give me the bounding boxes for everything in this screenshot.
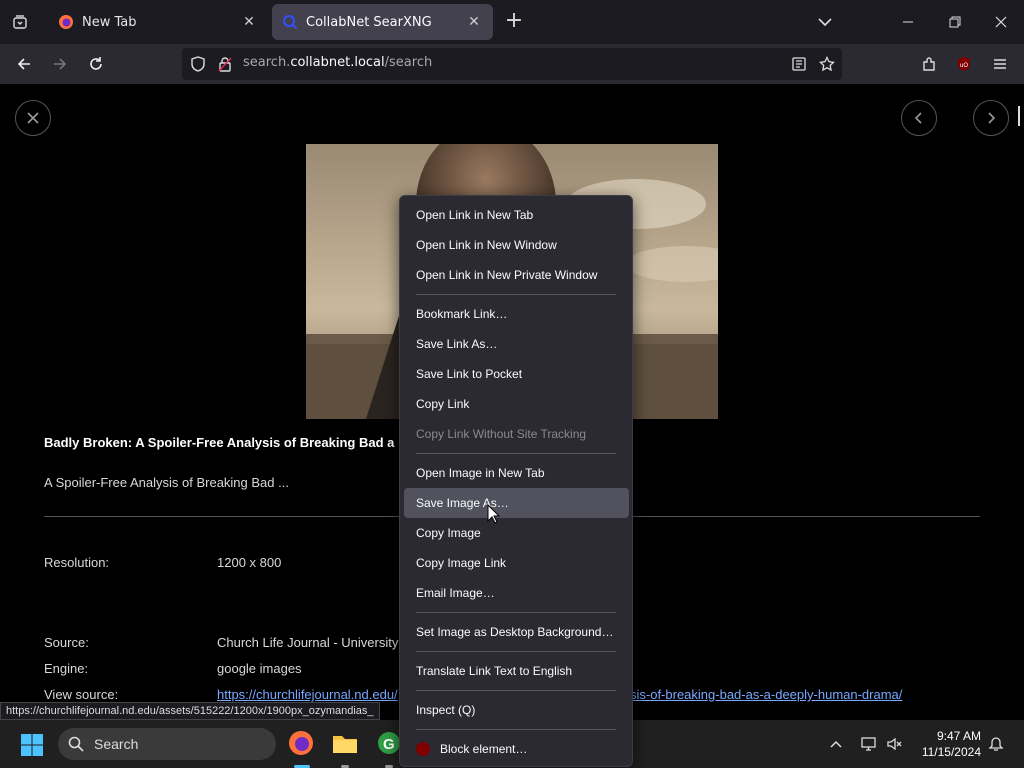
menu-copy-link[interactable]: Copy Link	[404, 389, 629, 419]
file-explorer-icon[interactable]	[330, 728, 360, 758]
url-text[interactable]: search.collabnet.local/search	[243, 55, 432, 70]
taskbar-search[interactable]: Search	[58, 728, 276, 760]
restore-icon[interactable]	[937, 6, 973, 38]
reload-icon[interactable]	[82, 50, 110, 78]
menu-save-image-as[interactable]: Save Image As…	[404, 488, 629, 518]
notifications-bell-icon[interactable]	[988, 736, 1004, 756]
searxng-icon	[283, 15, 298, 30]
menu-separator	[416, 453, 616, 454]
menu-set-desktop-background[interactable]: Set Image as Desktop Background…	[404, 617, 629, 647]
tab-searxng[interactable]: CollabNet SearXNG ✕	[272, 4, 493, 40]
resolution-label: Resolution:	[44, 555, 110, 570]
bookmark-star-icon[interactable]	[819, 56, 835, 72]
result-description: A Spoiler-Free Analysis of Breaking Bad …	[44, 475, 289, 490]
ublock-icon	[416, 741, 430, 756]
next-image-icon[interactable]	[973, 100, 1009, 136]
context-menu: Open Link in New Tab Open Link in New Wi…	[399, 195, 633, 767]
network-icon[interactable]	[860, 736, 878, 756]
menu-copy-image-link[interactable]: Copy Image Link	[404, 548, 629, 578]
menu-hamburger-icon[interactable]	[986, 50, 1014, 78]
menu-open-link-new-window[interactable]: Open Link in New Window	[404, 230, 629, 260]
menu-block-element[interactable]: Block element…	[404, 734, 629, 764]
reader-view-icon[interactable]	[791, 56, 807, 72]
result-title[interactable]: Badly Broken: A Spoiler-Free Analysis of…	[44, 435, 394, 450]
list-all-tabs-icon[interactable]	[812, 10, 838, 34]
clock-date: 11/15/2024	[921, 745, 981, 759]
menu-separator	[416, 612, 616, 613]
ublock-origin-icon[interactable]: uO	[950, 50, 978, 78]
view-source-link[interactable]: https://churchlifejournal.nd.edu/	[217, 687, 398, 702]
volume-muted-icon[interactable]	[886, 736, 904, 756]
menu-translate-link[interactable]: Translate Link Text to English	[404, 656, 629, 686]
menu-open-image-new-tab[interactable]: Open Image in New Tab	[404, 458, 629, 488]
menu-inspect[interactable]: Inspect (Q)	[404, 695, 629, 725]
firefox-taskbar-icon[interactable]	[286, 728, 316, 758]
tab-strip: New Tab ✕ CollabNet SearXNG ✕ +	[0, 0, 1024, 44]
menu-separator	[416, 294, 616, 295]
new-tab-button[interactable]: +	[502, 10, 526, 34]
menu-open-link-private-window[interactable]: Open Link in New Private Window	[404, 260, 629, 290]
scrollbar[interactable]	[1018, 106, 1020, 126]
minimize-icon[interactable]	[890, 6, 926, 38]
tab-close-icon[interactable]: ✕	[240, 13, 258, 31]
close-window-icon[interactable]	[983, 6, 1019, 38]
forward-icon[interactable]	[46, 50, 74, 78]
tracking-protection-icon[interactable]	[190, 56, 206, 72]
menu-copy-link-without-tracking: Copy Link Without Site Tracking	[416, 427, 587, 441]
engine-value: google images	[217, 661, 302, 676]
close-detail-icon[interactable]	[15, 100, 51, 136]
tab-close-icon[interactable]: ✕	[465, 13, 483, 31]
link-status-bar: https://churchlifejournal.nd.edu/assets/…	[0, 702, 380, 720]
tab-title: CollabNet SearXNG	[306, 14, 432, 30]
engine-label: Engine:	[44, 661, 89, 676]
view-source-link-end[interactable]: sis-of-breaking-bad-as-a-deeply-human-dr…	[630, 687, 902, 702]
menu-separator	[416, 690, 616, 691]
menu-block-element-label: Block element…	[440, 742, 528, 756]
clock-time: 9:47 AM	[936, 729, 981, 743]
menu-save-link-as[interactable]: Save Link As…	[404, 329, 629, 359]
source-label: Source:	[44, 635, 89, 650]
menu-bookmark-link[interactable]: Bookmark Link…	[404, 299, 629, 329]
svg-text:G: G	[383, 736, 395, 753]
menu-copy-image[interactable]: Copy Image	[404, 518, 629, 548]
windows-start-icon[interactable]	[20, 733, 44, 757]
insecure-lock-icon[interactable]	[217, 56, 233, 72]
extensions-icon[interactable]	[915, 50, 943, 78]
source-value: Church Life Journal - University	[217, 635, 399, 650]
nav-bar: search.collabnet.local/search uO	[0, 44, 1024, 84]
taskbar-clock[interactable]: 9:47 AM 11/15/2024	[912, 728, 981, 760]
resolution-value: 1200 x 800	[217, 555, 282, 570]
menu-email-image[interactable]: Email Image…	[404, 578, 629, 608]
firefox-icon	[59, 15, 73, 29]
show-hidden-icons-icon[interactable]	[828, 736, 844, 756]
previous-image-icon[interactable]	[901, 100, 937, 136]
menu-separator	[416, 729, 616, 730]
url-bar[interactable]: search.collabnet.local/search	[182, 48, 842, 80]
menu-save-link-to-pocket[interactable]: Save Link to Pocket	[404, 359, 629, 389]
menu-open-link-new-tab[interactable]: Open Link in New Tab	[404, 200, 629, 230]
view-source-label: View source:	[44, 687, 119, 702]
tab-title: New Tab	[82, 14, 137, 30]
svg-text:uO: uO	[960, 63, 968, 69]
search-placeholder: Search	[94, 736, 139, 752]
tab-new-tab[interactable]: New Tab ✕	[48, 4, 268, 40]
menu-separator	[416, 651, 616, 652]
mouse-cursor-icon	[487, 504, 501, 524]
search-icon	[68, 736, 84, 752]
tab-list-icon[interactable]	[6, 8, 34, 36]
back-icon[interactable]	[10, 50, 38, 78]
